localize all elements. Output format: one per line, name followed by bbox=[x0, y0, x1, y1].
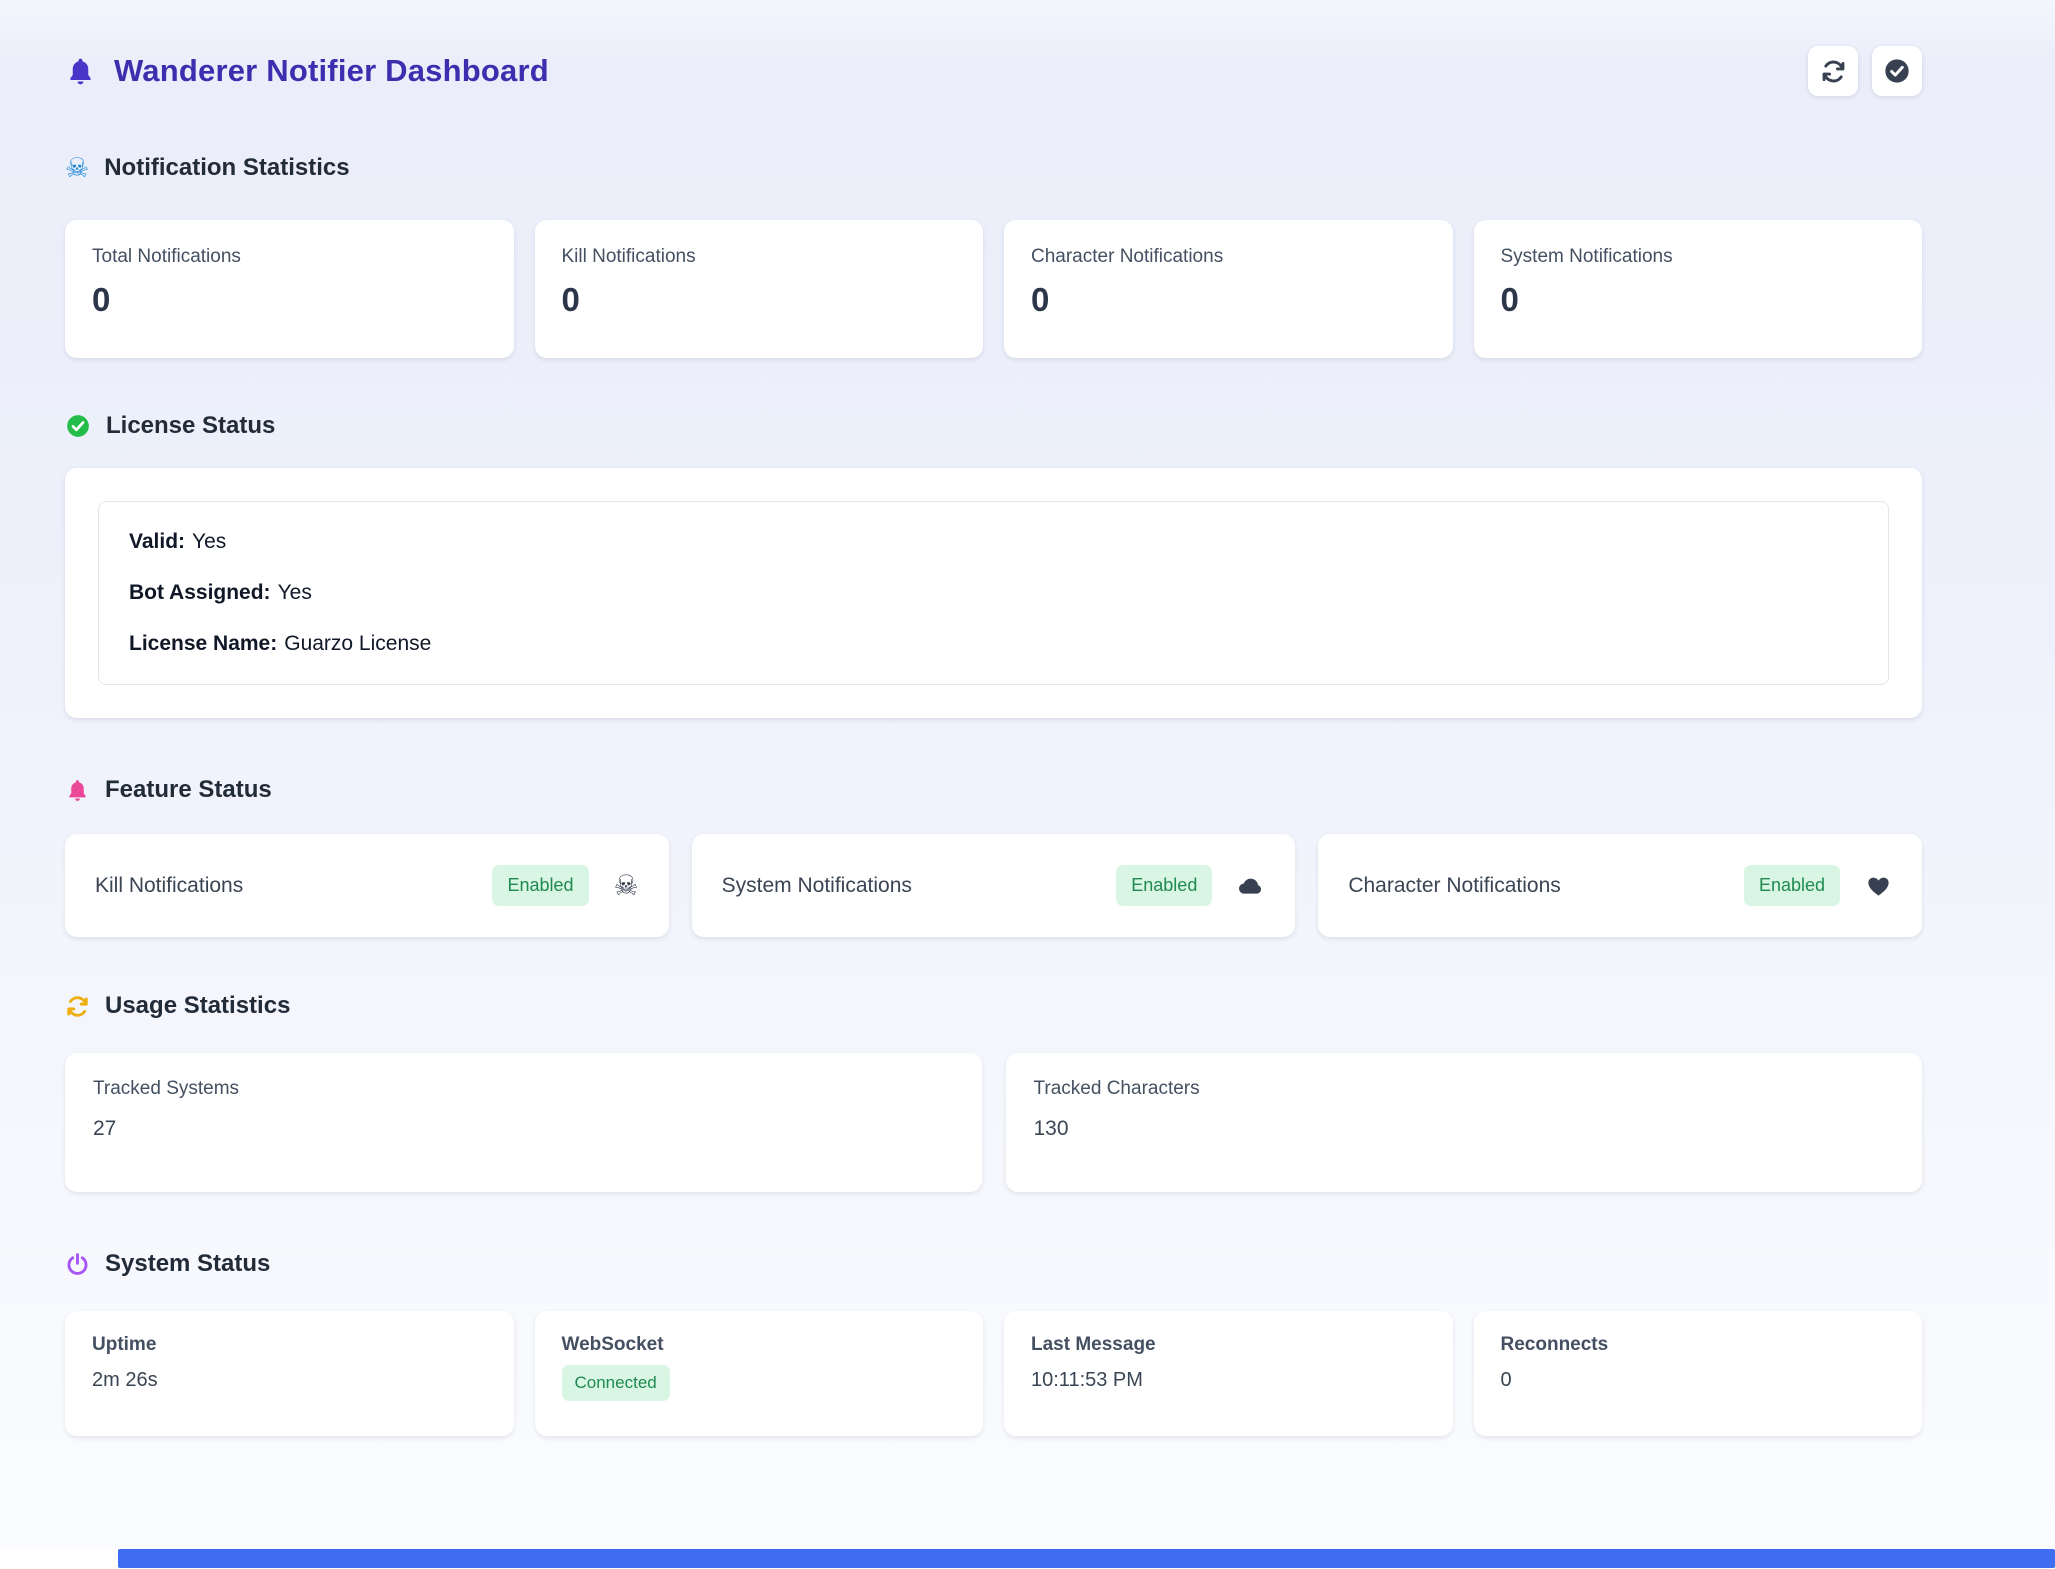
page-title: Wanderer Notifier Dashboard bbox=[114, 53, 549, 89]
system-card-last-message: Last Message 10:11:53 PM bbox=[1004, 1311, 1453, 1436]
section-title: Usage Statistics bbox=[105, 992, 290, 1020]
stat-card-character-notifications: Character Notifications 0 bbox=[1004, 220, 1453, 358]
usage-card-tracked-characters: Tracked Characters 130 bbox=[1006, 1053, 1923, 1192]
header-buttons bbox=[1808, 46, 1922, 96]
usage-card-tracked-systems: Tracked Systems 27 bbox=[65, 1053, 982, 1192]
refresh-button[interactable] bbox=[1808, 46, 1858, 96]
bell-icon bbox=[65, 778, 90, 803]
sync-icon bbox=[1820, 58, 1847, 85]
usage-stats-grid: Tracked Systems 27 Tracked Characters 13… bbox=[65, 1053, 1922, 1192]
confirm-button[interactable] bbox=[1872, 46, 1922, 96]
horizontal-scrollbar bbox=[0, 1548, 2055, 1569]
system-label: Reconnects bbox=[1501, 1334, 1896, 1356]
field-label: Bot Assigned: bbox=[129, 581, 271, 604]
feature-card-character-notifications: Character Notifications Enabled bbox=[1318, 834, 1922, 937]
status-badge: Enabled bbox=[1744, 865, 1840, 906]
feature-status-group: Enabled bbox=[1116, 865, 1265, 906]
usage-value: 27 bbox=[93, 1117, 954, 1141]
websocket-status-badge: Connected bbox=[562, 1365, 670, 1401]
section-system-status-header: System Status bbox=[65, 1248, 1922, 1280]
field-label: License Name: bbox=[129, 632, 277, 655]
cloud-icon bbox=[1237, 872, 1265, 900]
skull-crossbones-icon: ☠ bbox=[65, 155, 89, 182]
stat-value: 0 bbox=[92, 281, 487, 319]
page-header: Wanderer Notifier Dashboard bbox=[65, 46, 1922, 96]
system-card-websocket: WebSocket Connected bbox=[535, 1311, 984, 1436]
feature-status-grid: Kill Notifications Enabled ☠ System Noti… bbox=[65, 834, 1922, 937]
bell-icon bbox=[65, 56, 96, 87]
heart-icon bbox=[1865, 872, 1892, 899]
feature-label: Character Notifications bbox=[1348, 874, 1560, 898]
feature-label: Kill Notifications bbox=[95, 874, 243, 898]
check-circle-icon bbox=[65, 413, 91, 439]
dashboard-page: Wanderer Notifier Dashboard bbox=[65, 0, 1922, 1436]
skull-crossbones-icon: ☠ bbox=[614, 872, 639, 900]
stat-card-system-notifications: System Notifications 0 bbox=[1474, 220, 1923, 358]
status-badge: Enabled bbox=[1116, 865, 1212, 906]
section-feature-status-header: Feature Status bbox=[65, 774, 1922, 806]
license-bot-assigned-row: Bot Assigned: Yes bbox=[129, 581, 1858, 605]
stat-label: Kill Notifications bbox=[562, 246, 957, 268]
license-details-box: Valid: Yes Bot Assigned: Yes License Name:… bbox=[98, 501, 1889, 685]
stat-card-total-notifications: Total Notifications 0 bbox=[65, 220, 514, 358]
license-name-row: License Name: Guarzo License bbox=[129, 632, 1858, 656]
field-label: Valid: bbox=[129, 530, 185, 553]
system-label: WebSocket bbox=[562, 1334, 957, 1356]
system-label: Last Message bbox=[1031, 1334, 1426, 1356]
section-title: Notification Statistics bbox=[104, 154, 349, 182]
license-status-card: Valid: Yes Bot Assigned: Yes License Name:… bbox=[65, 468, 1922, 718]
license-valid-row: Valid: Yes bbox=[129, 530, 1858, 554]
system-status-grid: Uptime 2m 26s WebSocket Connected Last M… bbox=[65, 1311, 1922, 1436]
stat-card-kill-notifications: Kill Notifications 0 bbox=[535, 220, 984, 358]
system-value: 2m 26s bbox=[92, 1369, 487, 1392]
usage-label: Tracked Characters bbox=[1034, 1078, 1895, 1100]
stat-label: Character Notifications bbox=[1031, 246, 1426, 268]
system-value: 10:11:53 PM bbox=[1031, 1369, 1426, 1392]
system-value: 0 bbox=[1501, 1369, 1896, 1392]
power-icon bbox=[65, 1252, 90, 1277]
feature-card-system-notifications: System Notifications Enabled bbox=[692, 834, 1296, 937]
field-value: Yes bbox=[192, 530, 226, 553]
usage-label: Tracked Systems bbox=[93, 1078, 954, 1100]
usage-value: 130 bbox=[1034, 1117, 1895, 1141]
horizontal-scrollbar-thumb[interactable] bbox=[118, 1549, 2055, 1568]
field-value: Yes bbox=[278, 581, 312, 604]
system-card-uptime: Uptime 2m 26s bbox=[65, 1311, 514, 1436]
notification-stats-grid: Total Notifications 0 Kill Notifications… bbox=[65, 220, 1922, 358]
section-title: Feature Status bbox=[105, 776, 272, 804]
feature-label: System Notifications bbox=[722, 874, 912, 898]
stat-label: Total Notifications bbox=[92, 246, 487, 268]
section-usage-statistics-header: Usage Statistics bbox=[65, 990, 1922, 1022]
stat-value: 0 bbox=[562, 281, 957, 319]
check-circle-icon bbox=[1883, 57, 1911, 85]
section-title: System Status bbox=[105, 1250, 270, 1278]
sync-icon bbox=[65, 994, 90, 1019]
feature-card-kill-notifications: Kill Notifications Enabled ☠ bbox=[65, 834, 669, 937]
system-card-reconnects: Reconnects 0 bbox=[1474, 1311, 1923, 1436]
system-label: Uptime bbox=[92, 1334, 487, 1356]
stat-value: 0 bbox=[1031, 281, 1426, 319]
field-value: Guarzo License bbox=[284, 632, 431, 655]
section-license-status-header: License Status bbox=[65, 410, 1922, 442]
section-title: License Status bbox=[106, 412, 275, 440]
status-badge: Enabled bbox=[492, 865, 588, 906]
title-group: Wanderer Notifier Dashboard bbox=[65, 53, 549, 89]
stat-value: 0 bbox=[1501, 281, 1896, 319]
feature-status-group: Enabled ☠ bbox=[492, 865, 638, 906]
section-notification-statistics-header: ☠ Notification Statistics bbox=[65, 152, 1922, 184]
feature-status-group: Enabled bbox=[1744, 865, 1892, 906]
stat-label: System Notifications bbox=[1501, 246, 1896, 268]
